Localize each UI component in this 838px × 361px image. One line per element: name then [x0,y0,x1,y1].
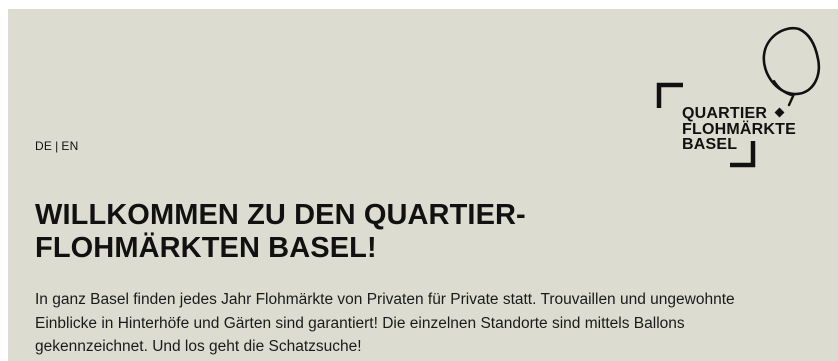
page-title: WILLKOMMEN ZU DEN QUARTIER- FLOHMÄRKTEN … [35,199,675,265]
logo-line-1: QUARTIER [682,105,768,122]
language-separator: | [55,139,59,153]
page-title-line-1: WILLKOMMEN ZU DEN QUARTIER- [35,199,526,231]
balloon-icon [762,26,821,107]
logo-line-3: BASEL [682,136,738,153]
language-de-link[interactable]: DE [35,139,52,153]
site-logo[interactable]: QUARTIER FLOHMÄRKTE BASEL [654,23,824,173]
page-container: DE | EN QUARTIER FLOHMÄRKTE BASEL WILLKOMM… [8,9,838,361]
intro-paragraph: In ganz Basel finden jedes Jahr Flohmärk… [35,291,735,355]
logo-line-2: FLOHMÄRKTE [682,120,796,138]
diamond-icon [774,107,785,118]
language-switch: DE | EN [35,139,78,153]
logo-wordmark: QUARTIER FLOHMÄRKTE BASEL [682,106,796,153]
language-en-link[interactable]: EN [61,139,78,153]
page-title-line-2: FLOHMÄRKTEN BASEL! [35,232,377,264]
